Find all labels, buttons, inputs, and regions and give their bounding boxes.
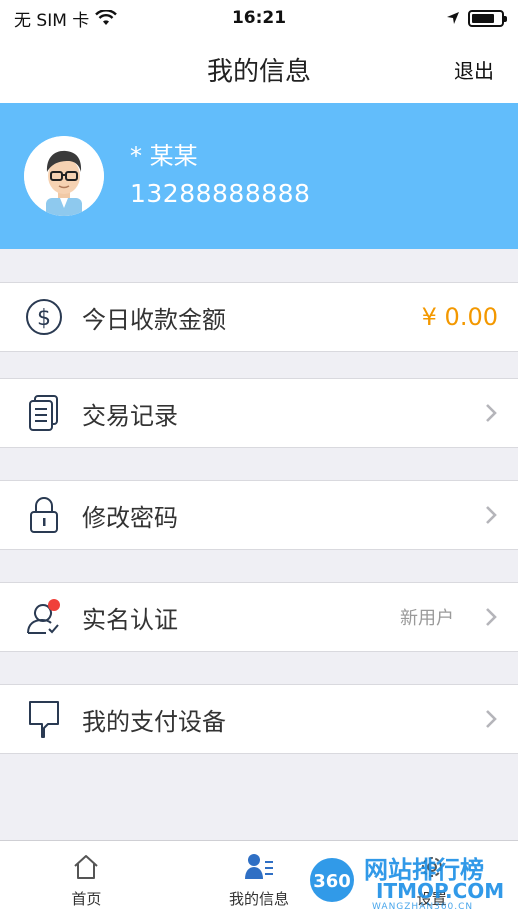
profile-icon <box>244 852 274 882</box>
dollar-circle-icon: $ <box>24 297 64 337</box>
tab-home-label: 首页 <box>71 890 102 908</box>
logout-button[interactable]: 退出 <box>454 55 494 84</box>
profile-info: * 某某 13288888888 <box>130 140 310 212</box>
tab-my-info-label: 我的信息 <box>229 890 290 908</box>
wifi-icon <box>95 10 118 25</box>
tab-home[interactable]: 首页 <box>0 841 173 920</box>
location-arrow-icon <box>447 12 459 24</box>
change-password-row[interactable]: 修改密码 <box>0 480 518 550</box>
chevron-right-icon <box>486 710 497 728</box>
transactions-label: 交易记录 <box>82 401 178 430</box>
devices-label: 我的支付设备 <box>82 707 226 736</box>
lock-icon <box>24 495 64 535</box>
user-verify-icon <box>24 597 64 637</box>
verification-label: 实名认证 <box>82 605 178 634</box>
home-icon <box>71 852 101 882</box>
pos-device-icon <box>24 699 64 739</box>
chevron-right-icon <box>486 608 497 626</box>
verification-status: 新用户 <box>400 608 454 629</box>
status-left: 无 SIM 卡 <box>14 6 118 31</box>
devices-row[interactable]: 我的支付设备 <box>0 684 518 754</box>
page-title: 我的信息 <box>206 57 311 87</box>
profile-header[interactable]: * 某某 13288888888 <box>0 103 518 249</box>
carrier-text: 无 SIM 卡 <box>14 10 90 31</box>
tab-my-info[interactable]: 我的信息 <box>173 841 346 920</box>
today-income-amount: ¥ 0.00 <box>421 303 498 331</box>
status-right <box>446 9 507 27</box>
tab-bar: 首页 我的信息 设置 <box>0 840 518 920</box>
documents-icon <box>24 393 64 433</box>
today-income-label: 今日收款金额 <box>82 305 226 334</box>
tab-settings[interactable]: 设置 <box>345 841 518 920</box>
verification-row[interactable]: 实名认证 新用户 <box>0 582 518 652</box>
profile-phone: 13288888888 <box>130 179 311 208</box>
transactions-row[interactable]: 交易记录 <box>0 378 518 448</box>
status-bar: 无 SIM 卡 16:21 <box>0 0 518 36</box>
profile-name: * 某某 <box>130 142 198 170</box>
battery-icon <box>468 9 507 27</box>
today-income-row[interactable]: $ 今日收款金额 ¥ 0.00 <box>0 282 518 352</box>
svg-text:$: $ <box>37 306 51 331</box>
avatar[interactable] <box>24 136 104 216</box>
chevron-right-icon <box>486 404 497 422</box>
avatar-illustration <box>24 136 104 216</box>
gear-icon <box>417 852 447 882</box>
nav-bar: 我的信息 退出 <box>0 36 518 103</box>
tab-settings-label: 设置 <box>416 890 447 908</box>
chevron-right-icon <box>486 506 497 524</box>
change-password-label: 修改密码 <box>82 503 178 532</box>
